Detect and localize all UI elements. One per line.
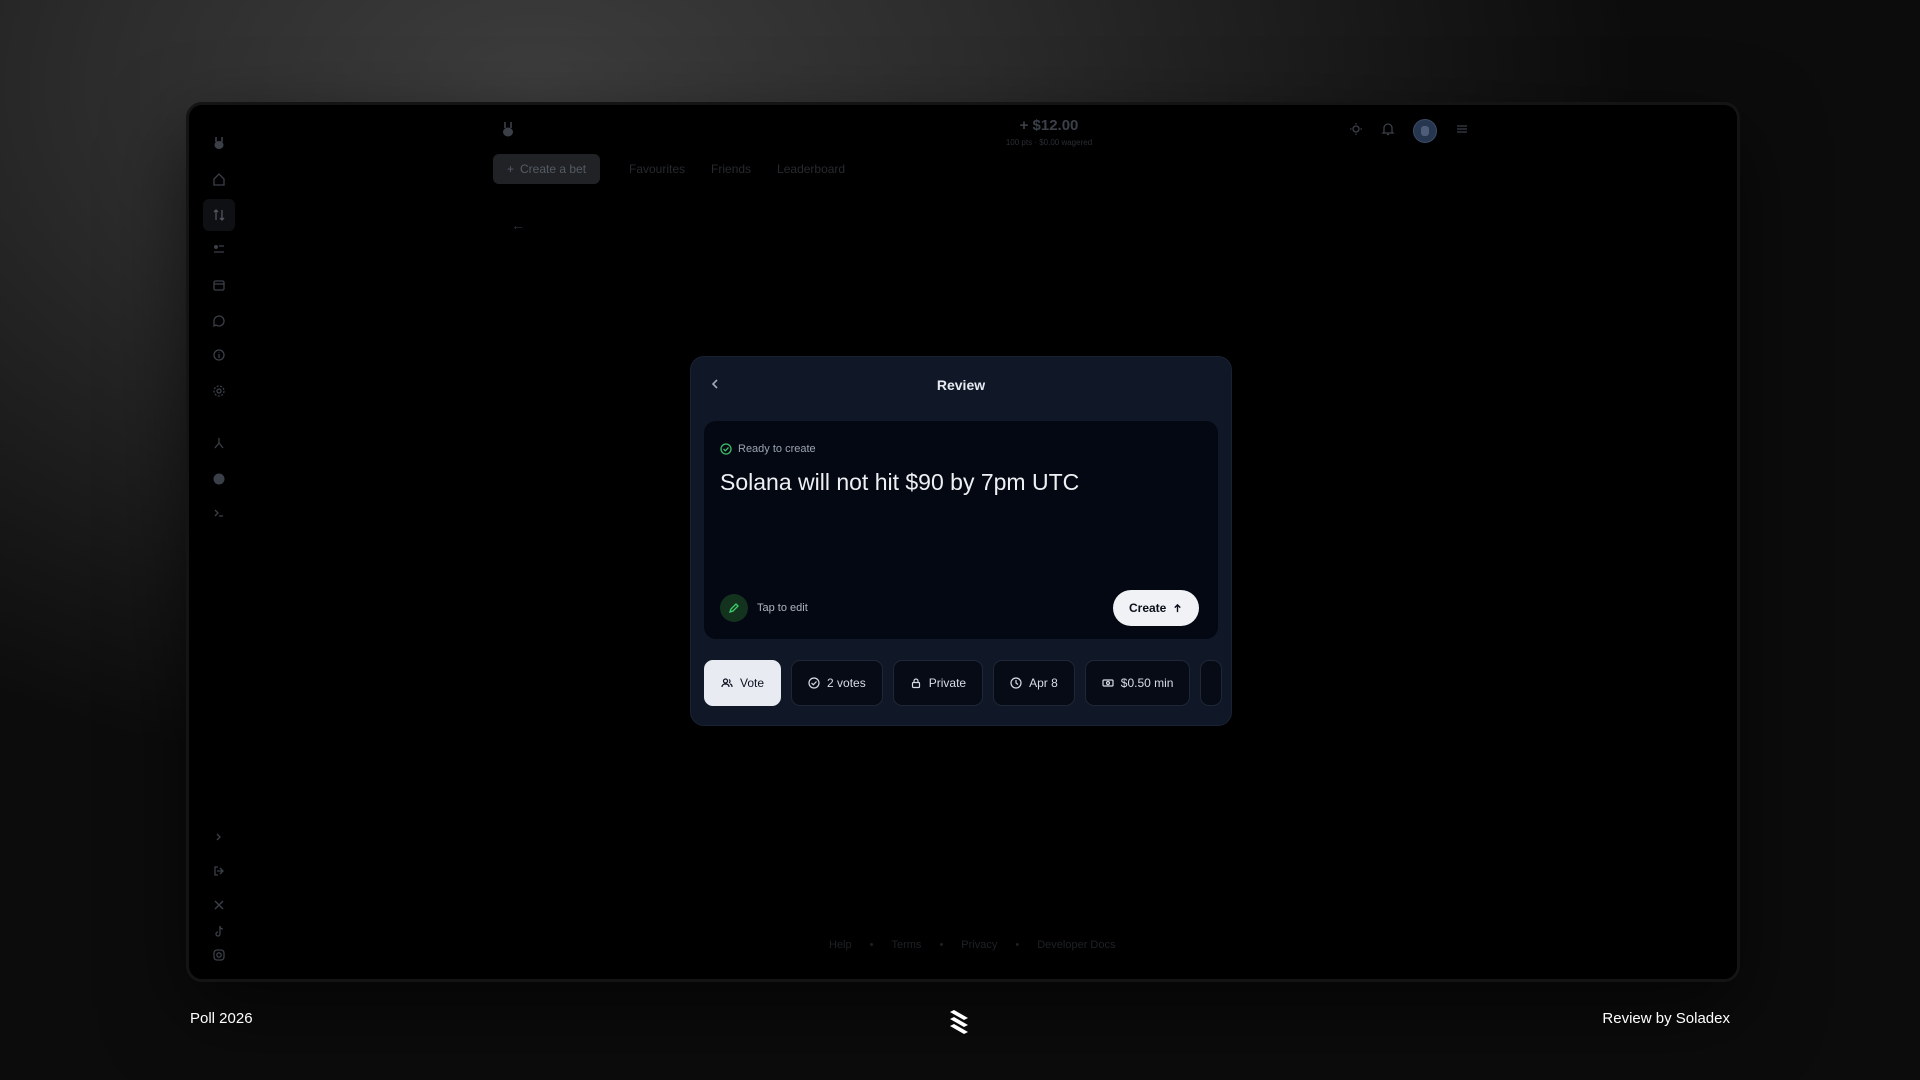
ready-status: Ready to create bbox=[720, 443, 816, 455]
chip-label: 2 votes bbox=[827, 676, 866, 690]
footer-terms[interactable]: Terms bbox=[891, 939, 921, 951]
chip-overflow[interactable] bbox=[1200, 660, 1223, 706]
plus-icon: + bbox=[507, 162, 515, 176]
home-icon[interactable] bbox=[203, 163, 235, 195]
chat-icon[interactable] bbox=[203, 305, 235, 337]
create-button[interactable]: Create bbox=[1113, 590, 1200, 626]
chip-label: Private bbox=[928, 676, 967, 690]
separator-dot: • bbox=[869, 939, 874, 951]
chip-label: Vote bbox=[740, 676, 765, 690]
nav-favourites[interactable]: Favourites bbox=[629, 162, 685, 176]
logout-icon[interactable] bbox=[203, 855, 235, 887]
chip-date[interactable]: Apr 8 bbox=[993, 660, 1075, 706]
chip-vote[interactable]: Vote bbox=[704, 660, 782, 706]
toggle-icon[interactable] bbox=[203, 233, 235, 265]
nav-leaderboard[interactable]: Leaderboard bbox=[777, 162, 845, 176]
bet-headline: Solana will not hit $90 by 7pm UTC bbox=[720, 469, 1080, 495]
terminal-icon[interactable] bbox=[203, 497, 235, 529]
sun-icon[interactable] bbox=[1349, 122, 1363, 141]
nav-friends[interactable]: Friends bbox=[711, 162, 751, 176]
review-modal: Review Ready to create Solana will not h… bbox=[690, 356, 1232, 726]
separator-dot: • bbox=[939, 939, 944, 951]
soladex-logo-icon bbox=[950, 1010, 968, 1034]
footer-links: Help • Terms • Privacy • Developer Docs bbox=[829, 939, 1115, 951]
chip-votes[interactable]: 2 votes bbox=[791, 660, 883, 706]
balance-display: + $12.00 100 pts · $0.00 wagered bbox=[929, 117, 1169, 147]
info-icon[interactable] bbox=[203, 339, 235, 371]
pencil-icon[interactable] bbox=[720, 594, 748, 622]
chip-label: Apr 8 bbox=[1029, 676, 1058, 690]
network-icon[interactable] bbox=[203, 427, 235, 459]
caption-left: Poll 2026 bbox=[190, 1010, 253, 1027]
clock-icon bbox=[1010, 677, 1022, 689]
check-circle-icon bbox=[720, 443, 732, 455]
chip-min-stake[interactable]: $0.50 min bbox=[1084, 660, 1191, 706]
edit-label: Tap to edit bbox=[757, 602, 808, 614]
ready-status-label: Ready to create bbox=[738, 443, 816, 455]
cash-icon bbox=[1102, 679, 1114, 687]
modal-title: Review bbox=[936, 377, 986, 393]
footer-help[interactable]: Help bbox=[829, 939, 852, 951]
balance-amount: + $12.00 bbox=[1019, 117, 1079, 134]
bet-preview-card: Ready to create Solana will not hit $90 … bbox=[704, 421, 1218, 639]
footer-developer-docs[interactable]: Developer Docs bbox=[1037, 939, 1115, 951]
telegram-icon[interactable] bbox=[203, 463, 235, 495]
top-right-controls bbox=[1349, 119, 1469, 143]
lock-icon bbox=[911, 678, 920, 689]
separator-dot: • bbox=[1015, 939, 1020, 951]
rabbit-logo-icon bbox=[501, 121, 515, 142]
caption-right: Review by Soladex bbox=[1602, 1010, 1730, 1027]
check-circle-icon bbox=[808, 677, 820, 689]
sidebar bbox=[203, 127, 235, 967]
gear-icon[interactable] bbox=[203, 375, 235, 407]
chip-private[interactable]: Private bbox=[892, 660, 984, 706]
trade-arrows-icon[interactable] bbox=[203, 199, 235, 231]
top-nav: Favourites Friends Leaderboard bbox=[629, 162, 845, 176]
tap-to-edit[interactable]: Tap to edit bbox=[720, 594, 808, 622]
balance-subtext: 100 pts · $0.00 wagered bbox=[1005, 138, 1093, 147]
calendar-icon[interactable] bbox=[203, 269, 235, 301]
create-button-label: Create bbox=[1129, 601, 1167, 615]
menu-icon[interactable] bbox=[1455, 122, 1469, 141]
avatar[interactable] bbox=[1413, 119, 1437, 143]
create-bet-button[interactable]: + Create a bet bbox=[493, 154, 601, 184]
collapse-icon[interactable] bbox=[203, 821, 235, 853]
bet-options-chips: Vote 2 votes Private Apr 8 $0.50 min bbox=[704, 660, 1231, 706]
users-icon bbox=[721, 678, 733, 688]
back-arrow-icon[interactable]: ← bbox=[511, 217, 525, 233]
chip-label: $0.50 min bbox=[1120, 676, 1174, 690]
arrow-up-icon bbox=[1174, 603, 1182, 612]
bell-icon[interactable] bbox=[1381, 122, 1395, 141]
create-bet-label: Create a bet bbox=[520, 162, 587, 176]
instagram-icon[interactable] bbox=[203, 939, 235, 971]
rabbit-logo-icon[interactable] bbox=[203, 127, 235, 159]
footer-privacy[interactable]: Privacy bbox=[961, 939, 997, 951]
